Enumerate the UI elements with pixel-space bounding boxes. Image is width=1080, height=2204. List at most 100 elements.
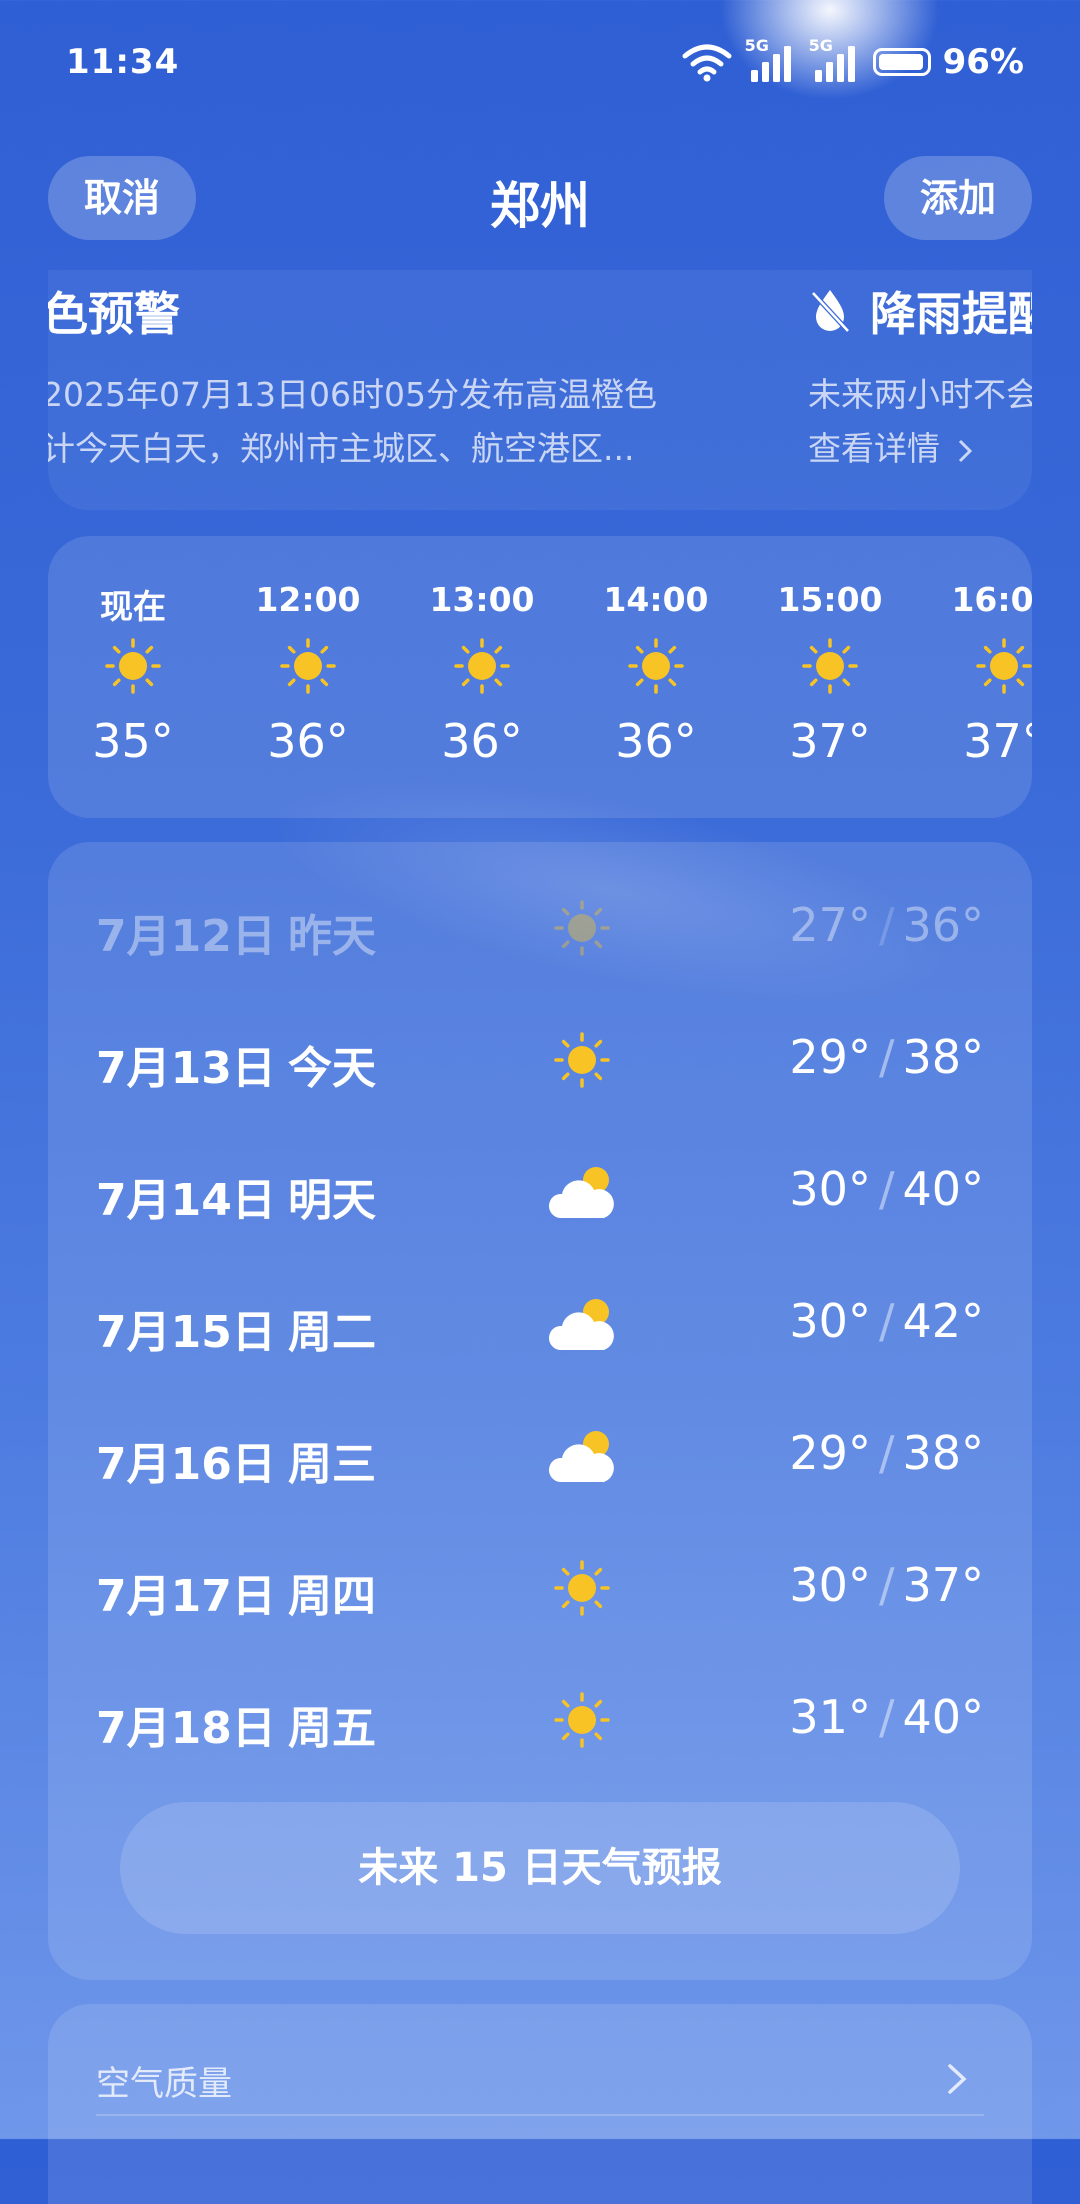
hour-item: 现在 35° [48, 536, 218, 818]
sun-icon [454, 638, 510, 694]
sun-icon [628, 638, 684, 694]
day-name: 周二 [288, 1307, 376, 1358]
rain-reminder-card[interactable]: 降雨提醒 未来两小时不会 查看详情 [808, 270, 1032, 510]
day-row[interactable]: 7月16日 周三 29°/38° [48, 1392, 1032, 1524]
partly-cloudy-icon [548, 1431, 614, 1482]
day-low-temp: 31° [789, 1690, 871, 1744]
alert-text-line: 未来两小时不会 [808, 375, 1032, 414]
temp-separator: / [878, 1426, 895, 1480]
day-name: 昨天 [288, 911, 376, 962]
hour-time: 15:00 [777, 580, 883, 619]
status-icons: 5G 5G 96% [681, 36, 1024, 84]
signal-bars-icon [814, 46, 855, 82]
air-quality-card[interactable]: 空气质量 [48, 2004, 1032, 2204]
day-name: 周三 [288, 1439, 376, 1490]
partly-cloudy-icon [548, 1299, 614, 1350]
day-low-temp: 30° [789, 1162, 871, 1216]
day-row[interactable]: 7月18日 周五 31°/40° [48, 1656, 1032, 1788]
hour-item: 15:00 37° [745, 536, 915, 818]
hour-temp: 36° [441, 714, 523, 768]
hour-item: 12:00 36° [223, 536, 393, 818]
day-temp-range: 29°/38° [789, 1030, 984, 1084]
hour-item: 13:00 36° [397, 536, 567, 818]
hour-temp: 37° [789, 714, 871, 768]
day-row[interactable]: 7月14日 明天 30°/40° [48, 1128, 1032, 1260]
day-low-temp: 30° [789, 1294, 871, 1348]
hour-item: 14:00 36° [571, 536, 741, 818]
15-day-forecast-button[interactable]: 未来 15 日天气预报 [120, 1802, 960, 1934]
day-name: 周四 [288, 1571, 376, 1622]
day-high-temp: 36° [902, 898, 984, 952]
hour-time: 现在 [100, 587, 166, 626]
day-high-temp: 42° [902, 1294, 984, 1348]
air-quality-label: 空气质量 [96, 2064, 232, 2104]
sun-icon [802, 638, 858, 694]
temp-separator: / [878, 1030, 895, 1084]
day-temp-range: 30°/40° [789, 1162, 984, 1216]
hour-time: 14:00 [603, 580, 709, 619]
alert-text-line: 2025年07月13日06时05分发布高温橙色 [48, 375, 657, 414]
day-temp-range: 29°/38° [789, 1426, 984, 1480]
hour-temp: 36° [615, 714, 697, 768]
temp-separator: / [878, 1294, 895, 1348]
day-date: 7月17日 [96, 1571, 276, 1622]
day-low-temp: 27° [789, 898, 871, 952]
day-name: 明天 [288, 1175, 376, 1226]
day-temp-range: 31°/40° [789, 1690, 984, 1744]
divider [96, 2114, 984, 2116]
daily-forecast: 7月12日 昨天 27°/36° 7月13日 今天 29°/38° 7月14日 明天 30°/4… [48, 842, 1032, 1980]
wifi-icon [682, 44, 732, 82]
day-temp-range: 27°/36° [789, 898, 984, 952]
view-details-link[interactable]: 查看详情 [808, 422, 1032, 476]
alert-title: 降雨提醒 [870, 287, 1032, 341]
status-bar: 11:34 5G 5G 96% [0, 0, 1080, 120]
day-high-temp: 38° [902, 1426, 984, 1480]
status-time: 11:34 [66, 42, 180, 82]
day-low-temp: 29° [789, 1426, 871, 1480]
day-date: 7月14日 [96, 1175, 276, 1226]
day-row[interactable]: 7月17日 周四 30°/37° [48, 1524, 1032, 1656]
day-date: 7月18日 [96, 1703, 276, 1754]
add-button[interactable]: 添加 [883, 156, 1032, 240]
day-high-temp: 38° [902, 1030, 984, 1084]
day-date: 7月15日 [96, 1307, 276, 1358]
chevron-right-icon [958, 439, 972, 462]
partly-cloudy-icon [548, 1167, 614, 1218]
hour-time: 16:00 [951, 580, 1032, 619]
day-low-temp: 30° [789, 1558, 871, 1612]
hour-temp: 36° [267, 714, 349, 768]
sun-icon [554, 1692, 610, 1748]
day-temp-range: 30°/42° [789, 1294, 984, 1348]
heat-warning-card[interactable]: 色预警 2025年07月13日06时05分发布高温橙色 计今天白天，郑州市主城区… [48, 270, 762, 510]
sun-icon [554, 1032, 610, 1088]
temp-separator: / [878, 898, 895, 952]
day-row[interactable]: 7月12日 昨天 27°/36° [48, 864, 1032, 996]
temp-separator: / [878, 1162, 895, 1216]
day-high-temp: 37° [902, 1558, 984, 1612]
battery-percent: 96% [942, 42, 1024, 82]
alert-title: 色预警 [48, 287, 180, 341]
hourly-forecast[interactable]: 现在 35° 12:00 36° 13:00 36° 14:00 36° 15:… [48, 536, 1032, 818]
hour-temp: 35° [92, 714, 174, 768]
day-row[interactable]: 7月15日 周二 30°/42° [48, 1260, 1032, 1392]
day-temp-range: 30°/37° [789, 1558, 984, 1612]
day-date: 7月12日 [96, 911, 276, 962]
alert-text-line: 计今天白天，郑州市主城区、航空港区... [48, 429, 635, 468]
battery-fill [878, 54, 923, 70]
temp-separator: / [878, 1690, 895, 1744]
signal-1: 5G [745, 36, 797, 84]
day-high-temp: 40° [902, 1162, 984, 1216]
hour-time: 12:00 [255, 580, 361, 619]
sun-icon [976, 638, 1032, 694]
alerts-carousel[interactable]: 色预警 2025年07月13日06时05分发布高温橙色 计今天白天，郑州市主城区… [48, 270, 1032, 510]
hour-time: 13:00 [429, 580, 535, 619]
no-rain-drop-icon [811, 290, 850, 333]
day-name: 今天 [288, 1043, 376, 1094]
hour-temp: 37° [963, 714, 1032, 768]
battery-icon [872, 48, 931, 76]
day-row[interactable]: 7月13日 今天 29°/38° [48, 996, 1032, 1128]
temp-separator: / [878, 1558, 895, 1612]
day-date: 7月16日 [96, 1439, 276, 1490]
day-high-temp: 40° [902, 1690, 984, 1744]
sun-icon [554, 1560, 610, 1616]
